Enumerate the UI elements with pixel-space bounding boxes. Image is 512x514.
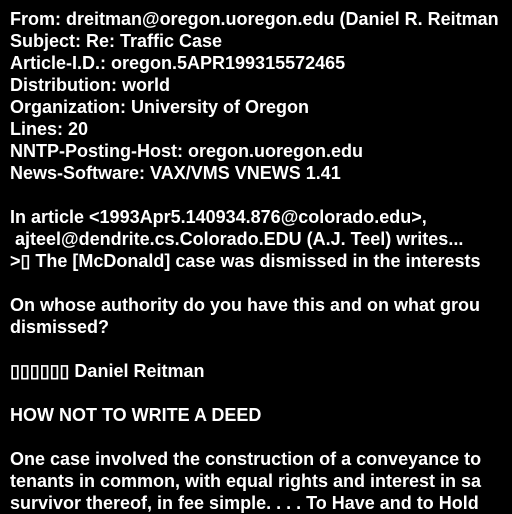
signature-text-line-3: survivor thereof, in fee simple. . . . T… xyxy=(10,493,479,513)
attribution-line-2: ajteel@dendrite.cs.Colorado.EDU (A.J. Te… xyxy=(10,229,464,249)
newsreader-message-view: From: dreitman@oregon.uoregon.edu (Danie… xyxy=(10,8,512,514)
header-organization: Organization: University of Oregon xyxy=(10,97,310,117)
header-article-id: Article-I.D.: oregon.5APR199315572465 xyxy=(10,53,346,73)
signature-name: ▯▯▯▯▯▯ Daniel Reitman xyxy=(10,361,205,381)
header-from: From: dreitman@oregon.uoregon.edu (Danie… xyxy=(10,9,499,29)
attribution-line-1: In article <1993Apr5.140934.876@colorado… xyxy=(10,207,427,227)
header-subject: Subject: Re: Traffic Case xyxy=(10,31,223,51)
quoted-line: >▯ The [McDonald] case was dismissed in … xyxy=(10,251,481,271)
signature-heading: HOW NOT TO WRITE A DEED xyxy=(10,405,262,425)
header-lines: Lines: 20 xyxy=(10,119,89,139)
body-question-line-2: dismissed? xyxy=(10,317,110,337)
signature-text-line-1: One case involved the construction of a … xyxy=(10,449,482,469)
signature-text-line-2: tenants in common, with equal rights and… xyxy=(10,471,482,491)
body-question-line-1: On whose authority do you have this and … xyxy=(10,295,481,315)
header-distribution: Distribution: world xyxy=(10,75,170,95)
header-nntp-posting-host: NNTP-Posting-Host: oregon.uoregon.edu xyxy=(10,141,363,161)
header-news-software: News-Software: VAX/VMS VNEWS 1.41 xyxy=(10,163,341,183)
